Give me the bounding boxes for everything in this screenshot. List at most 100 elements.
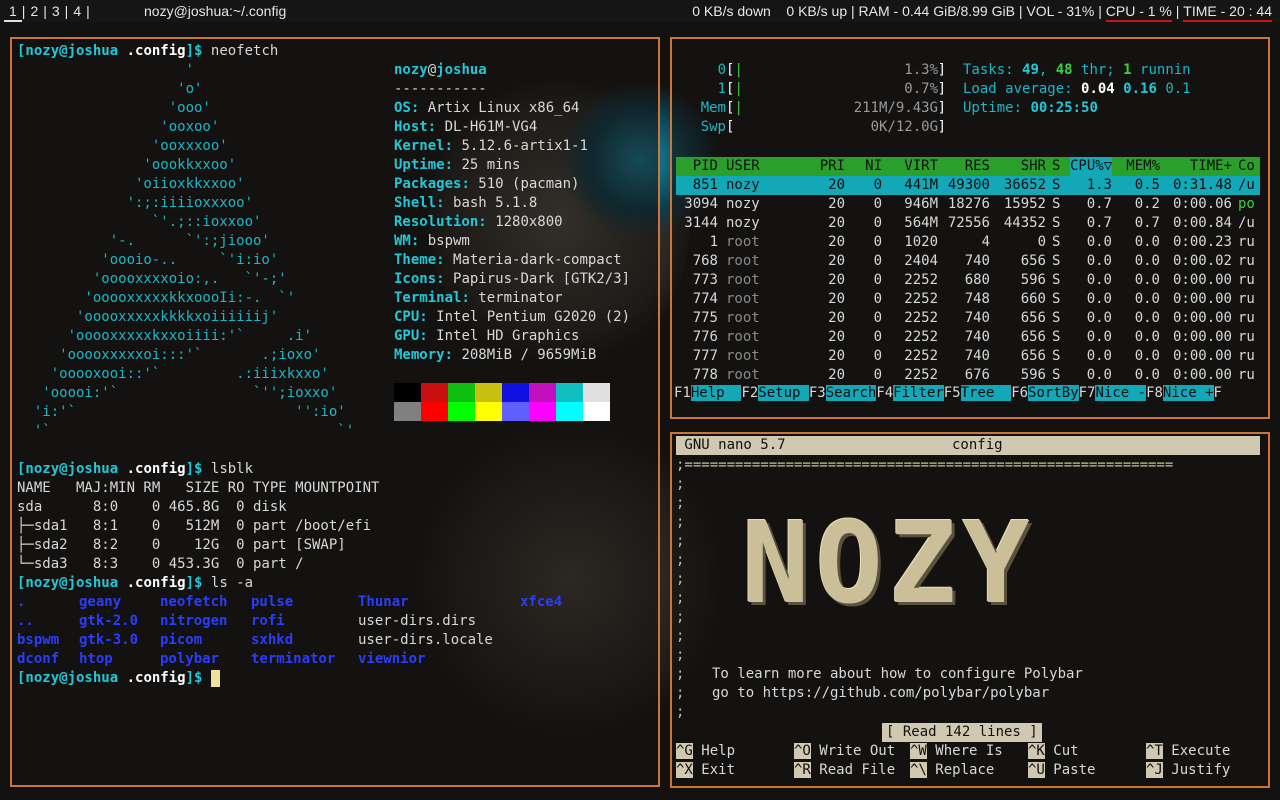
process-cell: 596 xyxy=(1020,272,1046,288)
fkey-label[interactable]: Search xyxy=(825,385,877,401)
column-header[interactable]: PID xyxy=(676,157,718,176)
process-cell: root xyxy=(726,329,760,345)
column-header[interactable]: TIME+ xyxy=(1164,157,1232,176)
process-row[interactable]: 1 root 20 0 1020 4 0 S 0.0 0.0 0:00.23 ru xyxy=(676,233,1260,252)
shortcut-item[interactable]: ^J Justify xyxy=(1146,761,1230,780)
nano-window[interactable]: GNU nano 5.7 config ;====================… xyxy=(670,432,1270,788)
fkey-f6[interactable]: F6 xyxy=(1011,385,1028,401)
process-cell: 0 xyxy=(873,196,882,212)
shortcut-item[interactable]: ^X Exit xyxy=(676,761,735,780)
process-row[interactable]: 3094 nozy 20 0 946M 18276 15952 S 0.7 0.2 0:00.06 p… xyxy=(676,195,1260,214)
process-cell: 1020 xyxy=(904,234,938,250)
process-row[interactable]: 777 root 20 0 2252 740 656 S 0.0 0.0 0:00.00 ru xyxy=(676,347,1260,366)
process-cell: root xyxy=(726,291,760,307)
fkey-f3[interactable]: F3 xyxy=(809,385,826,401)
process-cell: ru xyxy=(1238,367,1255,383)
prompt-line-active[interactable]: [nozy@joshua .config]$ xyxy=(17,669,220,688)
column-header[interactable]: S xyxy=(1052,157,1066,176)
process-row[interactable]: 778 root 20 0 2252 676 596 S 0.0 0.0 0:00.00 ru xyxy=(676,366,1260,385)
process-row[interactable]: 768 root 20 0 2404 740 656 S 0.0 0.0 0:00.02 ru xyxy=(676,252,1260,271)
process-cell: 0:00.00 xyxy=(1172,367,1232,383)
shortcut-label: Paste xyxy=(1053,762,1096,778)
fkey-f8[interactable]: F8 xyxy=(1146,385,1163,401)
process-cell: 0.0 xyxy=(1086,253,1112,269)
fkey-label[interactable]: SortBy xyxy=(1028,385,1079,401)
window-title: nozy@joshua:~/.config xyxy=(144,3,287,19)
process-cell: 680 xyxy=(964,272,990,288)
process-cell: ru xyxy=(1238,348,1255,364)
fkey-f2[interactable]: F2 xyxy=(741,385,758,401)
cpu0-bar: | xyxy=(734,62,743,78)
column-header[interactable]: MEM% xyxy=(1114,157,1160,176)
process-cell: 0.7 xyxy=(1134,215,1160,231)
info-key: Theme xyxy=(394,252,437,268)
process-cell: ru xyxy=(1238,234,1255,250)
terminal-window[interactable]: [nozy@joshua .config]$ neofetch ' 'o' 'o… xyxy=(10,37,660,787)
process-row[interactable]: 773 root 20 0 2252 680 596 S 0.0 0.0 0:00.00 ru xyxy=(676,271,1260,290)
column-header[interactable]: Co xyxy=(1238,157,1260,176)
fkey-f[interactable]: F xyxy=(1214,385,1222,401)
fkey-f5[interactable]: F5 xyxy=(944,385,961,401)
process-cell: 596 xyxy=(1020,367,1046,383)
process-row[interactable]: 774 root 20 0 2252 748 660 S 0.0 0.0 0:00.00 ru xyxy=(676,290,1260,309)
column-header[interactable]: USER xyxy=(726,157,806,176)
cpu1-meter: 1[| 0.7%] xyxy=(676,80,946,99)
process-cell: 20 xyxy=(828,234,845,250)
column-header[interactable]: RES xyxy=(938,157,990,176)
process-cell: 20 xyxy=(828,177,845,193)
workspace-3[interactable]: 3 xyxy=(47,0,65,22)
logo-line: 'ooxoo' xyxy=(17,119,220,135)
config-comment-line: To learn more about how to configure Pol… xyxy=(712,666,1083,682)
info-value: Artix Linux x86_64 xyxy=(427,100,580,116)
lsblk-line: ├─sda2 8:2 0 12G 0 part [SWAP] xyxy=(17,537,346,553)
column-header[interactable]: SHR xyxy=(994,157,1046,176)
column-header[interactable]: NI xyxy=(846,157,882,176)
process-table-header[interactable]: PID USER PRI NI VIRT RES SHR S CPU%▽ MEM% TIME+ Co xyxy=(676,157,1260,176)
process-row[interactable]: 851 nozy 20 0 441M 49300 36652 S 1.3 0.5 0:31.48/u xyxy=(676,176,1260,195)
fkey-label[interactable]: Filter xyxy=(893,385,944,401)
shortcut-key: ^X xyxy=(676,762,693,778)
process-cell: 0:00.23 xyxy=(1172,234,1232,250)
swp-meter: Swp[0K/12.0G] xyxy=(676,118,946,137)
fkey-label[interactable]: Setup xyxy=(758,385,809,401)
shortcut-item[interactable]: ^K Cut xyxy=(1028,742,1079,761)
logo-line: 'ooooxxxxxkxxoiiii:'` .i' xyxy=(17,328,313,344)
process-row[interactable]: 776 root 20 0 2252 740 656 S 0.0 0.0 0:00.00 ru xyxy=(676,328,1260,347)
column-header[interactable]: VIRT xyxy=(886,157,938,176)
fkey-f7[interactable]: F7 xyxy=(1079,385,1096,401)
info-value: 1280x800 xyxy=(495,214,563,230)
htop-window[interactable]: 0[| 1.3%] 1[| 0.7%] Mem[| 211M/9.43G] Swp[0K/1… xyxy=(670,37,1270,419)
process-row[interactable]: 775 root 20 0 2252 740 656 S 0.0 0.0 0:00.00 ru xyxy=(676,309,1260,328)
process-row[interactable]: 3144 nozy 20 0 564M 72556 44352 S 0.7 0.7 0:00.84 /… xyxy=(676,214,1260,233)
workspace-2[interactable]: 2 xyxy=(25,0,43,22)
ls-entry: geany xyxy=(79,594,122,610)
info-value: Papirus-Dark [GTK2/3] xyxy=(453,271,631,287)
column-header[interactable]: PRI xyxy=(801,157,845,176)
shortcut-item[interactable]: ^U Paste xyxy=(1028,761,1095,780)
fkey-f4[interactable]: F4 xyxy=(876,385,893,401)
shortcut-item[interactable]: ^O Write Out xyxy=(794,742,895,761)
workspace-1[interactable]: 1 xyxy=(4,2,22,22)
shortcut-key: ^K xyxy=(1028,743,1045,759)
fkey-f1[interactable]: F1 xyxy=(674,385,691,401)
fkey-label[interactable]: Help xyxy=(690,385,742,401)
shortcut-item[interactable]: ^T Execute xyxy=(1146,742,1230,761)
volume-module[interactable]: VOL - 31% xyxy=(1026,3,1094,19)
column-header[interactable]: CPU%▽ xyxy=(1070,157,1112,176)
lsblk-line: NAME MAJ:MIN RM SIZE RO TYPE MOUNTPOINT xyxy=(17,480,380,496)
ls-entry: htop xyxy=(79,651,113,667)
shortcut-item[interactable]: ^W Where Is xyxy=(910,742,1003,761)
fkey-label[interactable]: Tree xyxy=(960,385,1012,401)
ls-entry: polybar xyxy=(160,651,220,667)
ls-entry: dconf xyxy=(17,651,60,667)
process-cell: 441M xyxy=(904,177,938,193)
shortcut-item[interactable]: ^G Help xyxy=(676,742,735,761)
workspace-4[interactable]: 4 xyxy=(68,0,86,22)
fkey-label[interactable]: Nice - xyxy=(1095,385,1147,401)
fkey-label[interactable]: Nice + xyxy=(1162,385,1214,401)
color-swatch xyxy=(394,383,421,402)
shortcut-item[interactable]: ^R Read File xyxy=(794,761,895,780)
process-cell: 0:00.06 xyxy=(1172,196,1232,212)
ls-entry: user-dirs.dirs xyxy=(358,613,477,629)
shortcut-item[interactable]: ^\ Replace xyxy=(910,761,994,780)
